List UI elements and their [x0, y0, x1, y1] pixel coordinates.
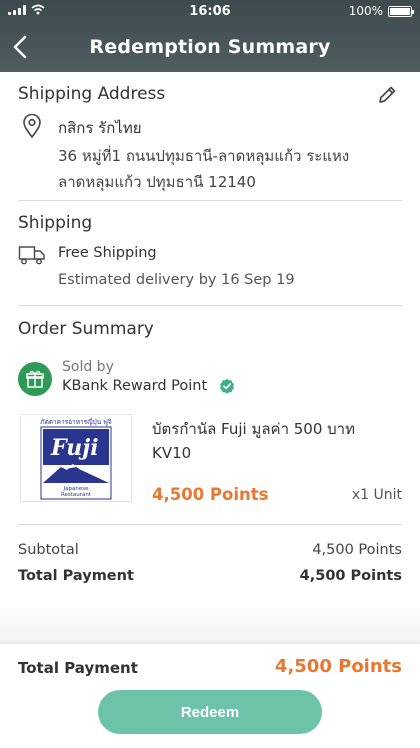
shipping-method: Free Shipping	[58, 245, 157, 261]
seller-name: KBank Reward Point	[62, 378, 208, 394]
checkout-footer: Total Payment 4,500 Points Redeem	[0, 644, 420, 748]
product-points: 4,500 Points	[152, 485, 269, 504]
redeem-button[interactable]: Redeem	[98, 690, 322, 734]
status-bar: 16:06 100%	[0, 3, 420, 21]
delivery-estimate: Estimated delivery by 16 Sep 19	[58, 272, 295, 288]
shipping-address-title: Shipping Address	[18, 84, 166, 104]
battery-percent: 100%	[348, 4, 383, 18]
status-right: 100%	[348, 4, 414, 18]
svg-text:Restaurant: Restaurant	[61, 492, 92, 498]
battery-icon	[388, 5, 414, 17]
location-pin-icon	[22, 113, 42, 144]
divider	[18, 305, 402, 306]
subtotal-label: Subtotal	[18, 542, 79, 558]
edit-address-button[interactable]	[376, 84, 398, 110]
svg-text:Fuji: Fuji	[50, 435, 99, 461]
truck-icon	[18, 244, 46, 270]
app-header: 16:06 100% Redemption Summary	[0, 0, 420, 72]
footer-total-value: 4,500 Points	[274, 656, 402, 677]
address-line-1: 36 หมู่ที่1 ถนนปทุมธานี-ลาดหลุมแก้ว ระแห…	[58, 147, 350, 165]
divider	[18, 524, 402, 525]
total-payment-label: Total Payment	[18, 568, 134, 584]
total-payment-value: 4,500 Points	[299, 568, 402, 584]
shipping-title: Shipping	[18, 213, 93, 233]
product-quantity: x1 Unit	[351, 487, 402, 503]
content-bottom-fade	[0, 602, 420, 644]
product-name[interactable]: บัตรกำนัล Fuji มูลค่า 500 บาท KV10	[152, 417, 392, 465]
order-summary-title: Order Summary	[18, 319, 154, 339]
pencil-icon	[379, 86, 396, 103]
address-line-2: ลาดหลุมแก้ว ปทุมธานี 12140	[58, 173, 256, 191]
divider	[18, 200, 402, 201]
verified-badge-icon	[219, 378, 235, 398]
address-name: กสิกร รักไทย	[58, 119, 142, 137]
sold-by-label: Sold by	[62, 359, 114, 375]
seller-logo-icon	[18, 362, 52, 396]
page-title: Redemption Summary	[89, 36, 331, 58]
fuji-voucher-image: ภัตตาคารอาหารญี่ปุ่น ฟูจิ Fuji Japanese …	[40, 417, 112, 500]
footer-total-label: Total Payment	[18, 659, 138, 677]
product-image[interactable]: ภัตตาคารอาหารญี่ปุ่น ฟูจิ Fuji Japanese …	[20, 414, 132, 502]
svg-text:ภัตตาคารอาหารญี่ปุ่น ฟูจิ: ภัตตาคารอาหารญี่ปุ่น ฟูจิ	[40, 417, 112, 426]
subtotal-value: 4,500 Points	[312, 542, 402, 558]
